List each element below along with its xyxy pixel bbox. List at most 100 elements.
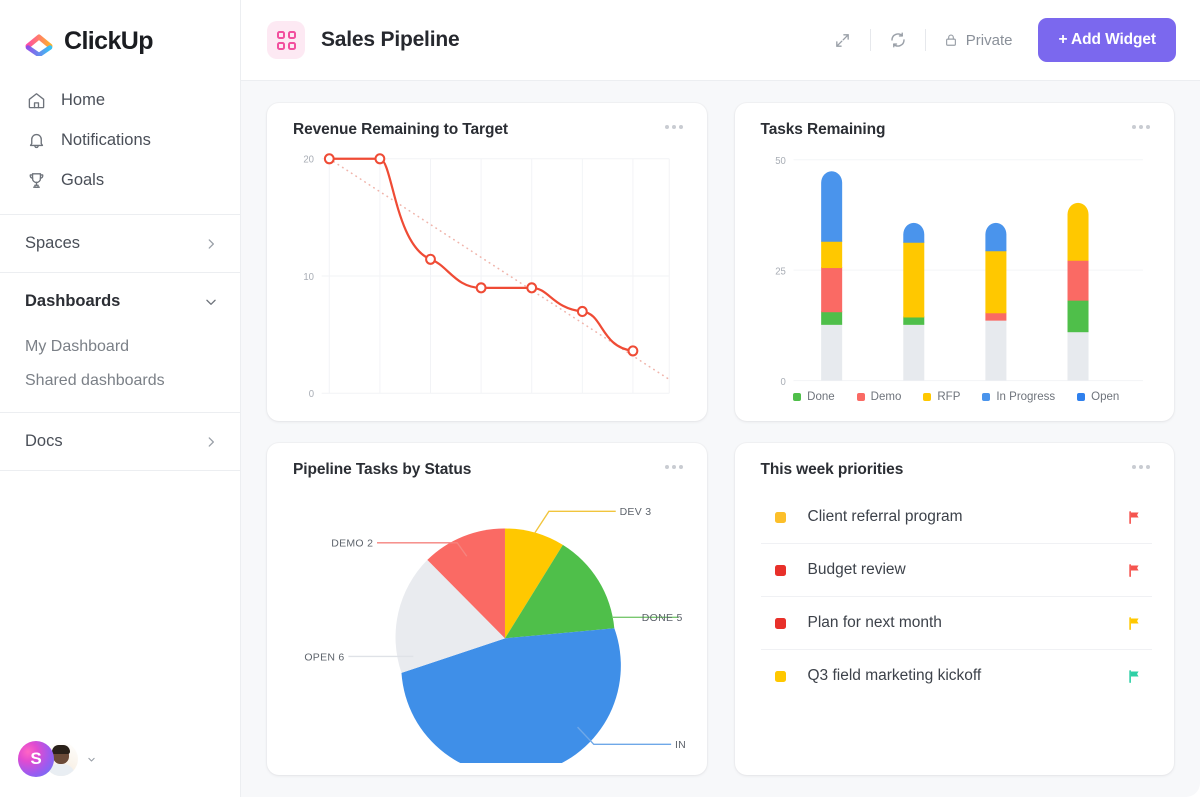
flag-icon[interactable] [1127,669,1142,684]
user-account-area[interactable]: S [0,741,240,797]
kebab-menu-icon[interactable] [663,121,685,133]
bell-icon [25,129,47,151]
svg-text:0: 0 [309,389,315,400]
dashboards-sublist: My Dashboard Shared dashboards [0,330,240,412]
sidebar-item-shared-dashboards[interactable]: Shared dashboards [0,364,240,398]
task-name: Q3 field marketing kickoff [808,667,1128,685]
chevron-down-icon[interactable] [87,755,96,764]
workspace-avatar[interactable]: S [18,741,54,777]
legend-item-in-progress[interactable]: In Progress [982,391,1055,403]
chevron-right-icon [204,237,218,251]
task-name: Plan for next month [808,614,1128,632]
widget-revenue-remaining: Revenue Remaining to Target [267,103,707,421]
status-badge [775,512,786,523]
brand-logo[interactable]: ClickUp [0,0,240,78]
sidebar-spacer [0,471,240,741]
pie-label-open: OPEN 6 [304,651,344,663]
svg-text:0: 0 [780,376,786,388]
sidebar-item-home[interactable]: Home [0,80,240,120]
widget-title: This week priorities [761,461,904,479]
home-icon [25,89,47,111]
kebab-menu-icon[interactable] [1130,121,1152,133]
sidebar-section-spaces[interactable]: Spaces [0,215,240,272]
pie-leader-dev [535,511,616,533]
legend-label: RFP [937,391,960,403]
legend-label: Done [807,391,835,403]
task-name: Client referral program [808,508,1128,526]
dashboard-grid-icon [267,21,305,59]
sidebar-item-goals[interactable]: Goals [0,160,240,200]
widget-title: Revenue Remaining to Target [293,121,508,139]
dashboard-grid: Revenue Remaining to Target [241,81,1200,797]
legend-item-demo[interactable]: Demo [857,391,902,403]
top-toolbar: Sales Pipeline [241,0,1200,81]
chevron-right-icon [204,435,218,449]
legend-swatch [857,393,865,401]
sidebar-item-label: Notifications [61,131,151,150]
sidebar-section-label: Dashboards [25,292,120,311]
pie-label-demo: DEMO 2 [331,538,373,550]
list-item[interactable]: Plan for next month [761,597,1153,650]
privacy-label: Private [966,32,1013,49]
pie-label-dev: DEV 3 [620,506,652,518]
bar-group-3 [985,223,1006,381]
brand-name: ClickUp [64,27,153,56]
pie-slices [396,529,621,763]
status-badge [775,618,786,629]
legend-swatch [982,393,990,401]
sidebar-section-docs[interactable]: Docs [0,413,240,470]
list-item[interactable]: Q3 field marketing kickoff [761,650,1153,702]
sidebar-section-label: Spaces [25,234,80,253]
sidebar-item-label: Home [61,91,105,110]
pie-label-done: DONE 5 [642,612,683,624]
clickup-logo-icon [24,26,54,56]
privacy-toggle[interactable]: Private [936,26,1021,55]
widget-header: Pipeline Tasks by Status [293,461,685,479]
flag-icon[interactable] [1127,563,1142,578]
sidebar: ClickUp Home Notific [0,0,241,797]
chevron-down-icon [204,295,218,309]
flag-icon[interactable] [1127,616,1142,631]
legend-item-done[interactable]: Done [793,391,835,403]
bar-group-2 [903,223,924,381]
page-title: Sales Pipeline [321,28,459,52]
legend-item-rfp[interactable]: RFP [923,391,960,403]
legend-swatch [793,393,801,401]
widget-title: Tasks Remaining [761,121,886,139]
status-badge [775,565,786,576]
sidebar-item-my-dashboard[interactable]: My Dashboard [0,330,240,364]
svg-text:20: 20 [303,155,314,166]
svg-text:25: 25 [775,266,786,278]
refresh-icon[interactable] [881,23,915,57]
divider [870,29,871,51]
kebab-menu-icon[interactable] [663,461,685,473]
kebab-menu-icon[interactable] [1130,461,1152,473]
widget-header: Tasks Remaining [761,121,1153,139]
expand-arrows-icon[interactable] [826,23,860,57]
legend-label: Open [1091,391,1119,403]
widget-title: Pipeline Tasks by Status [293,461,471,479]
sidebar-section-dashboards[interactable]: Dashboards [0,273,240,330]
widget-pipeline-by-status: Pipeline Tasks by Status [267,443,707,775]
svg-text:50: 50 [775,156,786,168]
legend-item-open[interactable]: Open [1077,391,1119,403]
legend-swatch [1077,393,1085,401]
chart-legend: Done Demo RFP In Progress [761,389,1153,409]
legend-swatch [923,393,931,401]
task-name: Budget review [808,561,1128,579]
widget-tasks-remaining: Tasks Remaining 50 25 0 [735,103,1175,421]
add-widget-button[interactable]: + Add Widget [1038,18,1176,62]
sidebar-item-label: Goals [61,171,104,190]
pie-chart: DEV 3 DONE 5 IN PROGRESS 18 OPEN 6 DEMO … [293,485,685,763]
clickup-app-window: ClickUp Home Notific [0,0,1200,797]
bar-group-4 [1067,203,1088,381]
pie-label-in-progress: IN PROGRESS 18 [675,739,685,751]
priorities-body: Client referral program Budget review [761,485,1153,763]
list-item[interactable]: Budget review [761,544,1153,597]
sidebar-section-label: Docs [25,432,63,451]
sidebar-item-notifications[interactable]: Notifications [0,120,240,160]
flag-icon[interactable] [1127,510,1142,525]
legend-label: Demo [871,391,902,403]
widget-header: This week priorities [761,461,1153,479]
list-item[interactable]: Client referral program [761,491,1153,544]
